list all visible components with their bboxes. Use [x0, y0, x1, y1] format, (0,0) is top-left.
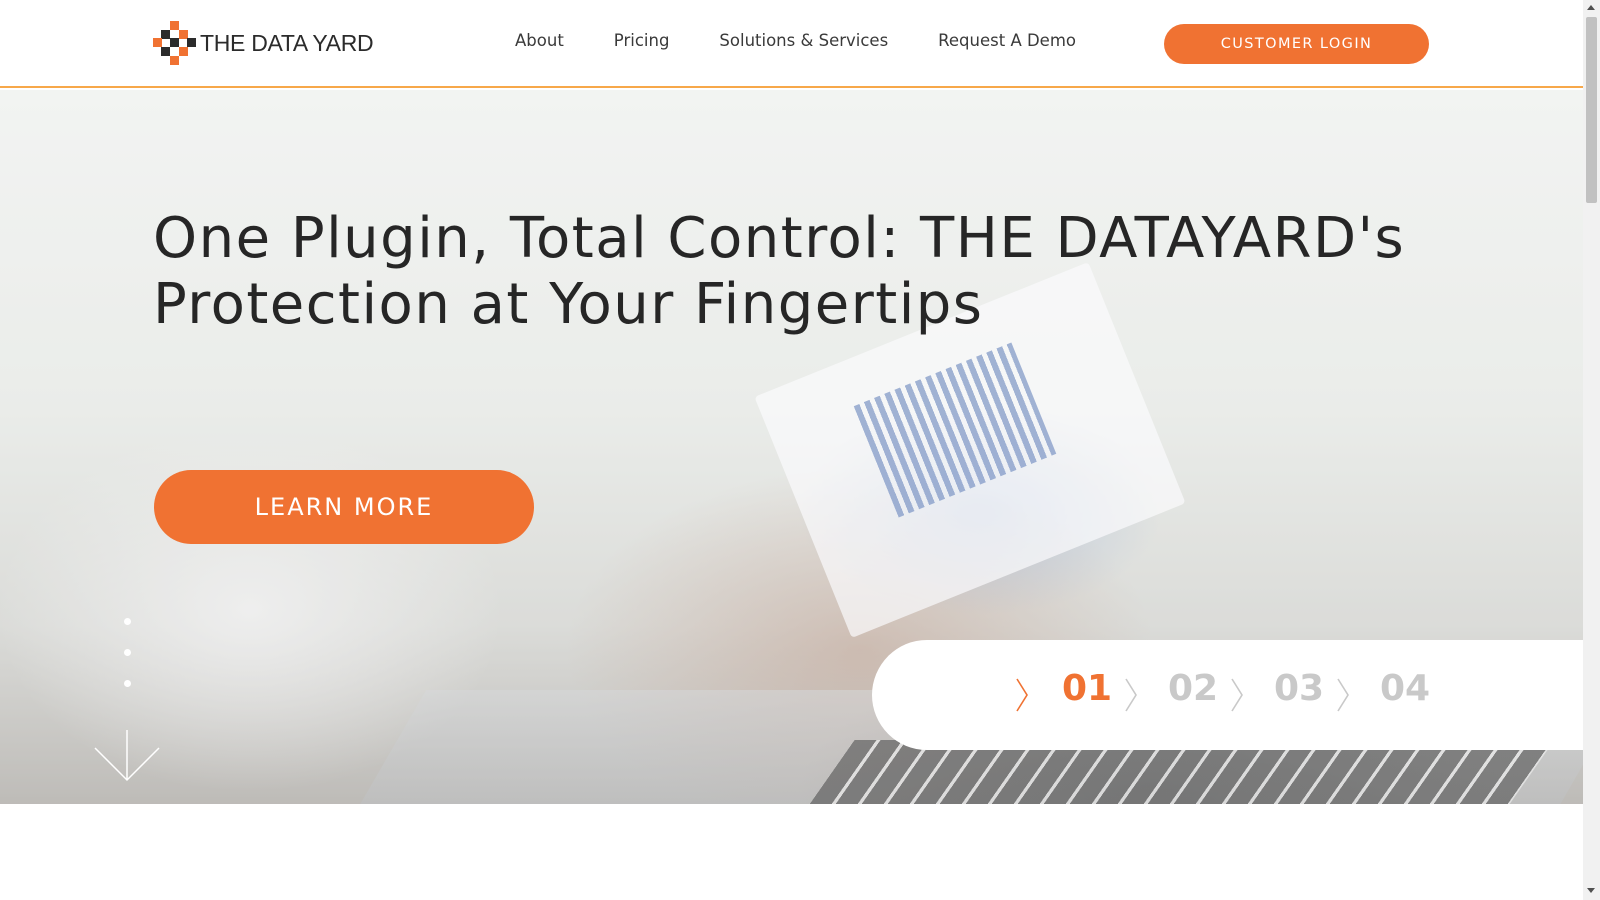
slide-dot[interactable] [124, 680, 131, 687]
page-scrollbar[interactable] [1583, 0, 1600, 900]
slide-dots [124, 618, 131, 711]
chevron-right-icon [1231, 678, 1243, 712]
slide-number-01[interactable]: 01 [1062, 668, 1112, 709]
nav-about[interactable]: About [515, 31, 564, 50]
slide-number-03[interactable]: 03 [1274, 668, 1324, 709]
chevron-right-icon [1016, 678, 1028, 712]
nav-solutions-services[interactable]: Solutions & Services [719, 31, 888, 50]
customer-login-button[interactable]: CUSTOMER LOGIN [1164, 24, 1429, 64]
scroll-down-icon[interactable] [1587, 888, 1595, 893]
logo-text: THE DATA YARD [200, 29, 374, 56]
scrollbar-thumb[interactable] [1586, 17, 1597, 203]
scroll-up-icon[interactable] [1587, 5, 1595, 10]
main-nav: About Pricing Solutions & Services Reque… [515, 31, 1126, 50]
slide-number-02[interactable]: 02 [1168, 668, 1218, 709]
slide-number-04[interactable]: 04 [1380, 668, 1430, 709]
logo[interactable]: THE DATA YARD [153, 21, 374, 65]
hero-section: One Plugin, Total Control: THE DATAYARD'… [0, 90, 1583, 804]
nav-pricing[interactable]: Pricing [614, 31, 670, 50]
site-header: THE DATA YARD About Pricing Solutions & … [0, 0, 1583, 88]
learn-more-button[interactable]: LEARN MORE [154, 470, 534, 544]
hero-title: One Plugin, Total Control: THE DATAYARD'… [153, 206, 1406, 337]
nav-request-demo[interactable]: Request A Demo [938, 31, 1076, 50]
chevron-right-icon [1125, 678, 1137, 712]
slide-pager: 01 02 03 04 [872, 640, 1583, 750]
logo-mark-icon [153, 21, 197, 65]
slide-dot[interactable] [124, 618, 131, 625]
scroll-down-arrow-icon[interactable] [94, 730, 160, 782]
slide-dot[interactable] [124, 649, 131, 656]
chevron-right-icon [1337, 678, 1349, 712]
